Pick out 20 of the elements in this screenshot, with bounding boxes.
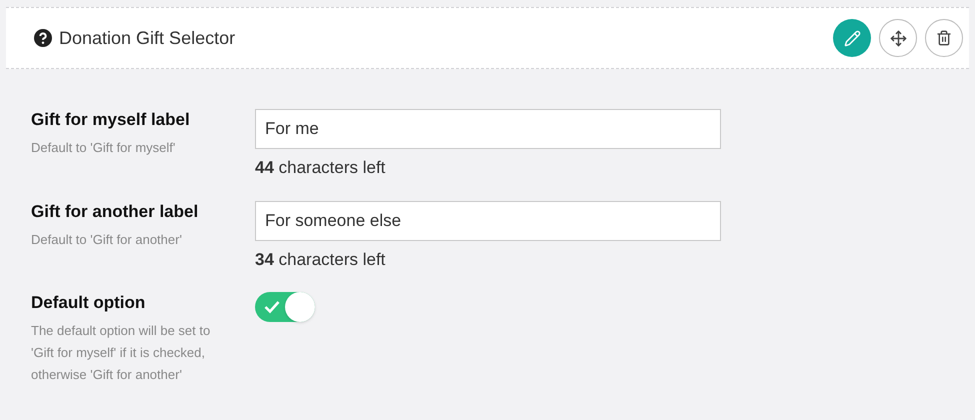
characters-left: 44 characters left <box>255 157 386 179</box>
pencil-icon <box>844 30 860 46</box>
toggle-switch[interactable] <box>255 292 315 322</box>
text-field[interactable]: For me <box>255 109 721 149</box>
field-help: The default option will be set to 'Gift for myself' if it is checked, otherwise 'Gift for another' <box>31 322 212 384</box>
edit-button[interactable] <box>833 19 871 57</box>
move-icon <box>890 30 906 46</box>
move-button[interactable] <box>879 19 917 57</box>
field-help: Default to 'Gift for another' <box>31 230 183 248</box>
field-label: Gift for another label <box>31 200 200 222</box>
delete-button[interactable] <box>925 19 963 57</box>
trash-icon <box>936 30 952 46</box>
field-label: Gift for myself label <box>31 109 191 131</box>
field-help: Default to 'Gift for myself' <box>31 139 176 157</box>
text-field[interactable]: For someone else <box>255 200 721 240</box>
field-label: Default option <box>31 292 146 314</box>
characters-left: 34 characters left <box>255 248 386 270</box>
check-icon <box>264 300 280 314</box>
header-title: Donation Gift Selector <box>59 26 236 50</box>
help-icon <box>34 29 52 47</box>
